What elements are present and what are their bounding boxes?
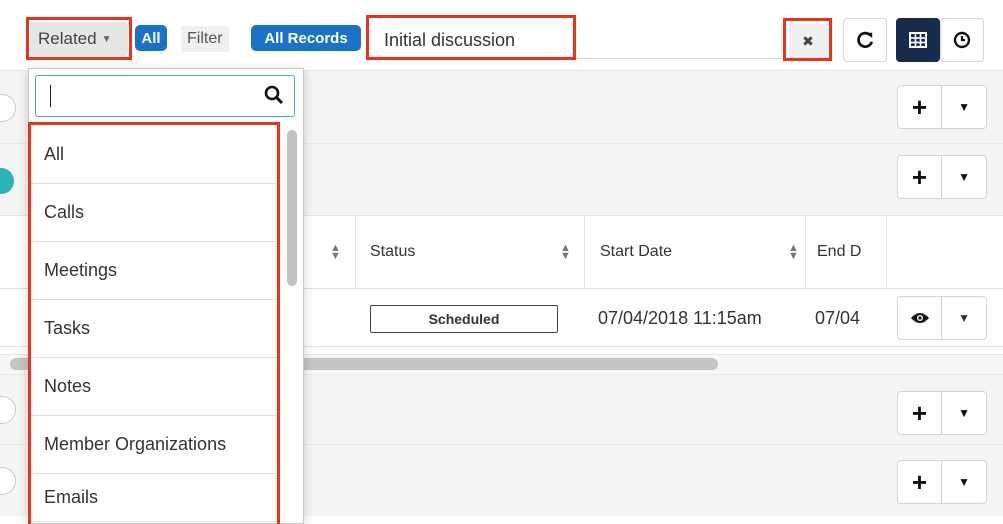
start-date-cell: 07/04/2018 11:15am [598,308,762,328]
filter-label: Filter [181,26,229,52]
preview-button[interactable] [898,297,943,339]
highlight-box [26,17,132,60]
search-icon [264,85,284,105]
row-actions: ▼ [897,296,987,340]
status-badge: Scheduled [370,305,558,333]
module-search-input[interactable] [35,75,295,117]
highlight-box [28,122,280,524]
column-header-end-date[interactable]: End D [817,243,875,261]
column-header-status[interactable]: Status [370,243,415,261]
all-records-pill[interactable]: All Records [251,25,361,51]
menu-scroll-thumb[interactable] [287,130,297,286]
highlight-box [366,15,576,60]
create-button[interactable]: + [898,461,943,503]
highlight-box [783,18,832,61]
subpanel-create-group: + ▼ [897,460,987,504]
sort-icon[interactable]: ▲ ▼ [560,243,571,262]
subpanel-create-group: + ▼ [897,391,987,435]
text-cursor [50,85,51,107]
refresh-icon [857,31,874,48]
clock-icon [953,31,971,49]
refresh-button[interactable] [843,18,887,62]
eye-icon [910,313,929,323]
sort-icon[interactable]: ▲ ▼ [788,243,799,262]
create-button[interactable]: + [898,392,943,434]
caret-down-icon[interactable]: ▼ [942,156,986,198]
caret-down-icon[interactable]: ▼ [942,392,986,434]
row-actions-dropdown[interactable]: ▼ [942,297,986,339]
sort-icon[interactable]: ▲ ▼ [330,243,341,262]
caret-down-icon[interactable]: ▼ [942,86,986,128]
create-button[interactable]: + [898,156,943,198]
end-date-cell: 07/04 [815,308,861,328]
caret-down-icon[interactable]: ▼ [942,461,986,503]
all-modules-pill[interactable]: All [135,25,167,51]
subpanel-create-group: + ▼ [897,85,987,129]
table-icon [909,32,927,48]
create-button[interactable]: + [898,86,943,128]
column-header-start-date[interactable]: Start Date [600,243,672,261]
activity-stream-button[interactable] [940,18,984,62]
subpanel-create-group: + ▼ [897,155,987,199]
list-view-button[interactable] [896,18,940,62]
